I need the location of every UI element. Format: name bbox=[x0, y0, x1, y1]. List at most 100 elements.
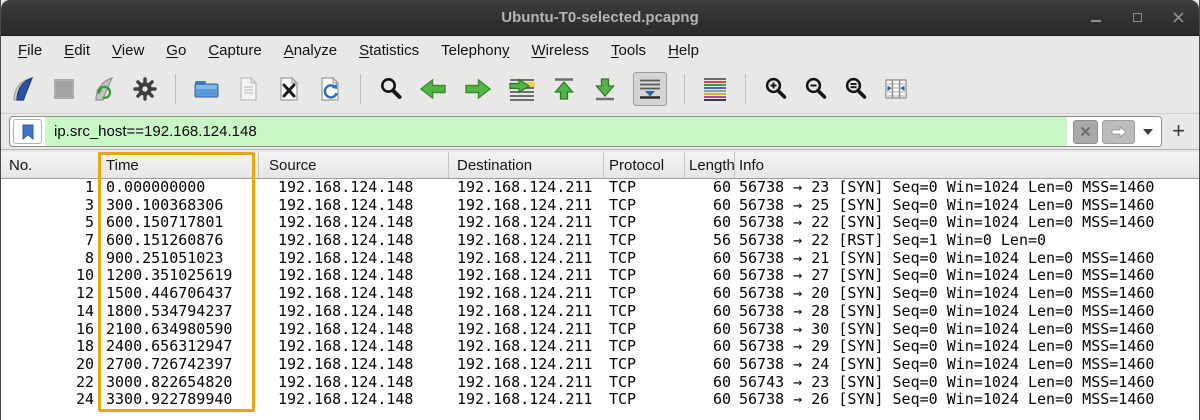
stop-capture-icon bbox=[54, 78, 74, 99]
column-header-source[interactable]: Source bbox=[259, 152, 449, 178]
cell-source: 192.168.124.148 bbox=[278, 373, 414, 391]
packet-row[interactable]: 16 2100.634980590 192.168.124.148 192.168.1… bbox=[1, 321, 1199, 339]
cell-no: 18 bbox=[75, 338, 94, 356]
cell-protocol: TCP bbox=[609, 391, 637, 409]
colorize-icon bbox=[704, 77, 726, 101]
cell-length: 60 bbox=[712, 338, 731, 356]
menu-capture[interactable]: Capture bbox=[197, 39, 272, 62]
cell-no: 12 bbox=[75, 285, 94, 303]
save-file-button[interactable] bbox=[235, 76, 261, 102]
go-back-icon bbox=[419, 78, 446, 99]
zoom-in-button[interactable] bbox=[763, 76, 788, 101]
display-filter-input[interactable]: ip.src_host==192.168.124.148 bbox=[9, 116, 1163, 147]
cell-length: 60 bbox=[712, 214, 731, 232]
colorize-button[interactable] bbox=[702, 76, 728, 102]
cell-source: 192.168.124.148 bbox=[278, 196, 414, 214]
cell-source: 192.168.124.148 bbox=[278, 285, 414, 303]
column-header-protocol[interactable]: Protocol bbox=[604, 152, 685, 178]
open-file-button[interactable] bbox=[193, 76, 220, 102]
packet-row[interactable]: 10 1200.351025619 192.168.124.148 192.168.1… bbox=[1, 267, 1199, 285]
column-header-info[interactable]: Info bbox=[735, 152, 1199, 178]
cell-no: 10 bbox=[75, 267, 94, 285]
reload-file-button[interactable] bbox=[317, 76, 343, 102]
filter-clear-button[interactable] bbox=[1073, 119, 1099, 144]
packet-row[interactable]: 12 1500.446706437 192.168.124.148 192.168.1… bbox=[1, 285, 1199, 303]
cell-destination: 192.168.124.211 bbox=[457, 249, 593, 267]
packet-row[interactable]: 18 2400.656312947 192.168.124.148 192.168.1… bbox=[1, 338, 1199, 356]
menu-help[interactable]: Help bbox=[657, 39, 710, 62]
resize-columns-button[interactable] bbox=[883, 76, 909, 102]
zoom-reset-button[interactable] bbox=[843, 76, 868, 101]
cell-time: 300.100368306 bbox=[106, 196, 224, 214]
packet-row[interactable]: 8 900.251051023 192.168.124.148 192.168.124… bbox=[1, 250, 1199, 268]
cell-info: 56743 → 23 [SYN] Seq=0 Win=1024 Len=0 MS… bbox=[739, 373, 1155, 391]
cell-no: 7 bbox=[84, 232, 94, 250]
go-first-packet-button[interactable] bbox=[551, 76, 577, 102]
cell-protocol: TCP bbox=[609, 302, 637, 320]
cell-protocol: TCP bbox=[609, 196, 637, 214]
close-icon bbox=[1172, 12, 1184, 23]
capture-options-button[interactable] bbox=[132, 76, 158, 102]
column-header-destination[interactable]: Destination bbox=[449, 152, 604, 178]
close-button[interactable] bbox=[1171, 11, 1185, 25]
filter-add-button[interactable]: + bbox=[1162, 119, 1189, 143]
packet-row[interactable]: 7 600.151260876 192.168.124.148 192.168.124… bbox=[1, 232, 1199, 250]
cell-protocol: TCP bbox=[609, 373, 637, 391]
menu-view[interactable]: View bbox=[101, 39, 155, 62]
clear-filter-icon bbox=[1080, 126, 1091, 137]
cell-time: 600.151260876 bbox=[106, 232, 224, 250]
packet-row[interactable]: 5 600.150717801 192.168.124.148 192.168.124… bbox=[1, 214, 1199, 232]
stop-capture-button[interactable] bbox=[52, 77, 76, 101]
cell-source: 192.168.124.148 bbox=[278, 391, 414, 409]
cell-info: 56738 → 22 [RST] Seq=1 Win=0 Len=0 bbox=[739, 232, 1047, 250]
cell-source: 192.168.124.148 bbox=[278, 320, 414, 338]
packet-row[interactable]: 22 3000.822654820 192.168.124.148 192.168.1… bbox=[1, 374, 1199, 392]
start-capture-button[interactable] bbox=[11, 76, 37, 102]
cell-no: 1 bbox=[84, 179, 94, 196]
filter-apply-button[interactable] bbox=[1102, 119, 1136, 144]
go-back-button[interactable] bbox=[418, 76, 448, 102]
cell-info: 56738 → 30 [SYN] Seq=0 Win=1024 Len=0 MS… bbox=[739, 320, 1155, 338]
filter-history-dropdown[interactable] bbox=[1143, 128, 1154, 135]
cell-time: 2400.656312947 bbox=[106, 338, 233, 356]
menu-file[interactable]: File bbox=[7, 39, 53, 62]
menu-telephony[interactable]: Telephony bbox=[430, 39, 520, 62]
filter-bookmark-button[interactable] bbox=[13, 119, 42, 144]
menu-wireless[interactable]: Wireless bbox=[521, 39, 601, 62]
menu-bar: File Edit View Go Capture Analyze Statistics Te… bbox=[1, 36, 1199, 64]
restart-capture-icon bbox=[95, 76, 114, 101]
zoom-reset-icon bbox=[845, 77, 867, 99]
column-header-length[interactable]: Length bbox=[685, 152, 735, 178]
auto-scroll-button[interactable] bbox=[633, 71, 667, 106]
packet-row[interactable]: 3 300.100368306 192.168.124.148 192.168.124… bbox=[1, 197, 1199, 215]
go-to-packet-button[interactable] bbox=[508, 76, 536, 102]
filter-controls bbox=[1067, 117, 1162, 146]
menu-analyze[interactable]: Analyze bbox=[273, 39, 348, 62]
packet-row[interactable]: 24 3300.922789940 192.168.124.148 192.168.1… bbox=[1, 391, 1199, 409]
find-packet-button[interactable] bbox=[378, 76, 403, 101]
minimize-button[interactable] bbox=[1089, 11, 1103, 25]
packet-row[interactable]: 1 0.000000000 192.168.124.148 192.168.124.2… bbox=[1, 179, 1199, 197]
menu-go[interactable]: Go bbox=[155, 39, 197, 62]
toolbar-separator bbox=[175, 73, 176, 104]
column-header-no[interactable]: No. bbox=[1, 152, 99, 178]
restart-capture-button[interactable] bbox=[91, 76, 117, 102]
menu-edit[interactable]: Edit bbox=[53, 39, 101, 62]
close-file-button[interactable] bbox=[276, 76, 302, 102]
column-header-time[interactable]: Time bbox=[99, 152, 259, 178]
packet-row[interactable]: 20 2700.726742397 192.168.124.148 192.168.1… bbox=[1, 356, 1199, 374]
go-forward-button[interactable] bbox=[463, 76, 493, 102]
cell-info: 56738 → 27 [SYN] Seq=0 Win=1024 Len=0 MS… bbox=[739, 267, 1155, 285]
packet-row[interactable]: 14 1800.534794237 192.168.124.148 192.168.1… bbox=[1, 303, 1199, 321]
maximize-button[interactable] bbox=[1130, 11, 1144, 25]
menu-tools[interactable]: Tools bbox=[600, 39, 657, 62]
filter-expression[interactable]: ip.src_host==192.168.124.148 bbox=[45, 117, 1068, 146]
zoom-out-button[interactable] bbox=[803, 76, 828, 101]
zoom-out-icon bbox=[805, 77, 827, 99]
menu-statistics[interactable]: Statistics bbox=[348, 39, 430, 62]
cell-info: 56738 → 28 [SYN] Seq=0 Win=1024 Len=0 MS… bbox=[739, 302, 1155, 320]
cell-length: 60 bbox=[712, 355, 731, 373]
go-last-packet-button[interactable] bbox=[592, 76, 618, 102]
capture-options-icon bbox=[133, 76, 157, 101]
cell-info: 56738 → 29 [SYN] Seq=0 Win=1024 Len=0 MS… bbox=[739, 338, 1155, 356]
